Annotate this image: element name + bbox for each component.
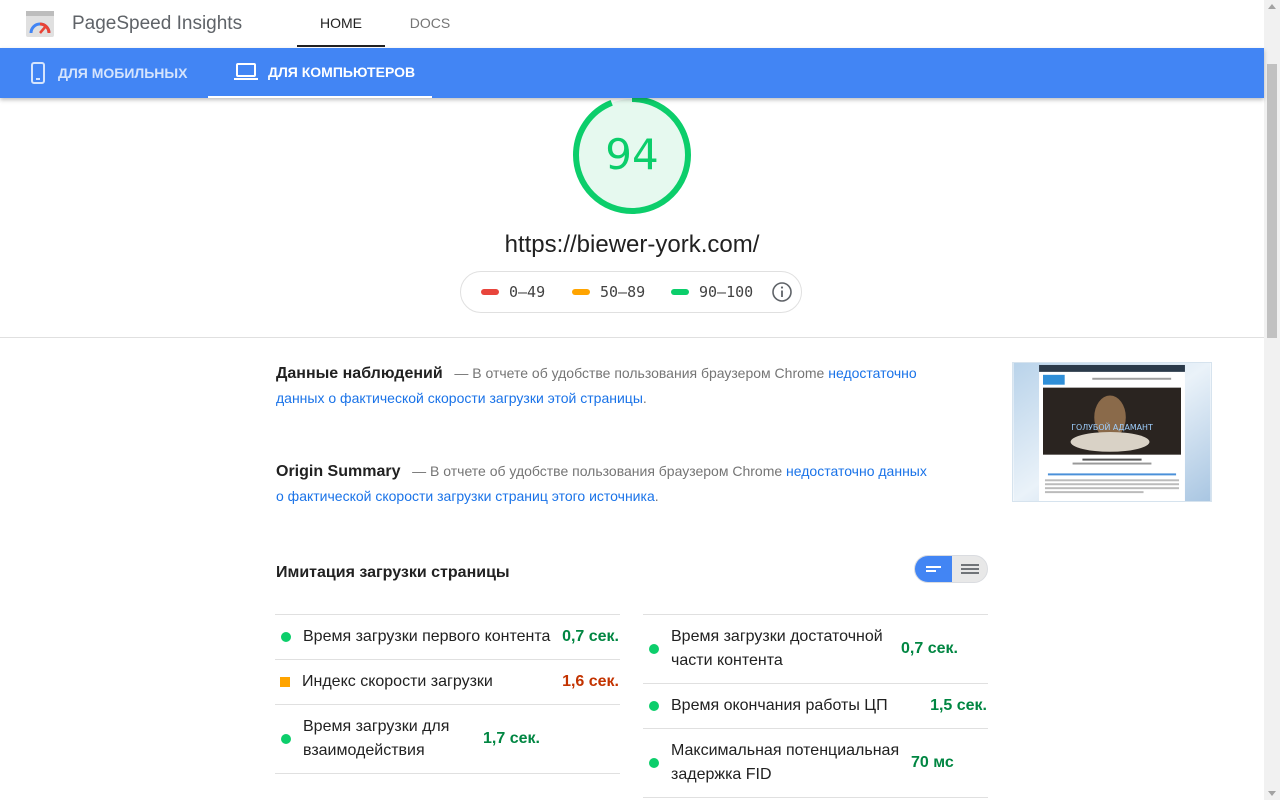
metrics-column-right: Время загрузки достаточной части контент… (643, 614, 988, 798)
metric-name: Индекс скорости загрузки (302, 673, 493, 690)
metric-speed-index: Индекс скорости загрузки 1,6 сек. (275, 659, 620, 704)
tab-docs[interactable]: DOCS (398, 0, 462, 46)
legend-poor: 0–49 (481, 283, 545, 301)
compact-view-button[interactable] (915, 556, 952, 582)
smartphone-icon (31, 62, 45, 84)
status-good-icon (649, 701, 659, 711)
metric-value: 1,5 сек. (930, 697, 987, 714)
metrics-column-left: Время загрузки первого контента 0,7 сек.… (275, 614, 620, 774)
metrics-view-toggle[interactable] (914, 555, 988, 583)
origin-summary-end: . (654, 488, 659, 504)
app-title: PageSpeed Insights (72, 13, 243, 34)
metric-fcp: Время загрузки первого контента 0,7 сек. (275, 614, 620, 659)
tab-mobile[interactable]: ДЛЯ МОБИЛЬНЫХ (28, 48, 187, 98)
pagespeed-logo-icon[interactable] (26, 11, 54, 37)
legend-good-swatch (671, 289, 689, 295)
metrics-bottom-border (275, 773, 620, 774)
scroll-down-icon[interactable] (1268, 791, 1276, 796)
expanded-view-button[interactable] (952, 556, 987, 582)
laptop-icon (234, 63, 258, 80)
tab-desktop[interactable]: ДЛЯ КОМПЬЮТЕРОВ (208, 48, 432, 98)
analyzed-url: https://biewer-york.com/ (504, 231, 760, 258)
field-data-section: Данные наблюдений — В отчете об удобстве… (276, 361, 936, 411)
legend-poor-swatch (481, 289, 499, 295)
page-screenshot-thumbnail: ГОЛУБОЙ АДАМАНТ (1012, 362, 1212, 502)
page-scrollbar[interactable] (1264, 0, 1280, 800)
legend-average: 50–89 (572, 283, 645, 301)
top-app-bar: PageSpeed Insights HOME DOCS (0, 0, 1264, 48)
device-tab-bar: ДЛЯ МОБИЛЬНЫХ ДЛЯ КОМПЬЮТЕРОВ (0, 48, 1264, 98)
legend-average-label: 50–89 (600, 283, 646, 301)
status-good-icon (649, 644, 659, 654)
tab-desktop-label: ДЛЯ КОМПЬЮТЕРОВ (268, 64, 416, 80)
tab-home[interactable]: HOME (297, 0, 385, 47)
legend-good-label: 90–100 (699, 283, 754, 301)
performance-score: 94 (605, 130, 659, 179)
metric-tti: Время загрузки для взаимодействия 1,7 се… (275, 704, 620, 773)
metric-name: Время окончания работы ЦП (671, 697, 888, 714)
metric-max-fid: Максимальная потенциальная задержка FID … (643, 728, 988, 797)
origin-summary-title: Origin Summary (276, 463, 401, 480)
expanded-view-icon (961, 564, 979, 574)
metric-name: Время загрузки для взаимодействия (303, 718, 450, 759)
legend-poor-label: 0–49 (509, 283, 546, 301)
metric-name: Максимальная потенциальная задержка FID (671, 742, 900, 783)
metric-name: Время загрузки достаточной части контент… (671, 628, 883, 669)
origin-summary-text: — В отчете об удобстве пользования брауз… (412, 463, 787, 479)
metric-fmp: Время загрузки достаточной части контент… (643, 614, 988, 683)
info-icon[interactable] (771, 281, 793, 303)
section-divider (0, 337, 1264, 338)
scroll-up-icon[interactable] (1268, 4, 1276, 9)
score-legend: 0–49 50–89 90–100 (460, 271, 802, 313)
status-good-icon (649, 758, 659, 768)
field-data-text: — В отчете об удобстве пользования брауз… (454, 365, 829, 381)
lab-data-title: Имитация загрузки страницы (276, 564, 510, 581)
field-data-title: Данные наблюдений (276, 365, 443, 382)
legend-good: 90–100 (671, 283, 753, 301)
compact-view-icon (926, 566, 941, 572)
legend-average-swatch (572, 289, 590, 295)
metric-value: 1,7 сек. (483, 730, 540, 747)
metric-value: 0,7 сек. (901, 640, 958, 657)
thumbnail-caption: ГОЛУБОЙ АДАМАНТ (1071, 421, 1153, 432)
metric-value: 70 мс (911, 754, 954, 771)
tab-mobile-label: ДЛЯ МОБИЛЬНЫХ (58, 65, 188, 81)
field-data-end: . (642, 390, 647, 406)
status-good-icon (281, 632, 291, 642)
metric-value: 1,6 сек. (562, 673, 619, 690)
metric-cpu-idle: Время окончания работы ЦП 1,5 сек. (643, 683, 988, 728)
metric-value: 0,7 сек. (562, 628, 619, 645)
metrics-bottom-border (643, 797, 988, 798)
origin-summary-section: Origin Summary — В отчете об удобстве по… (276, 459, 936, 509)
metric-name: Время загрузки первого контента (303, 628, 551, 645)
status-average-icon (280, 677, 290, 687)
scrollbar-thumb[interactable] (1267, 64, 1277, 338)
status-good-icon (281, 734, 291, 744)
